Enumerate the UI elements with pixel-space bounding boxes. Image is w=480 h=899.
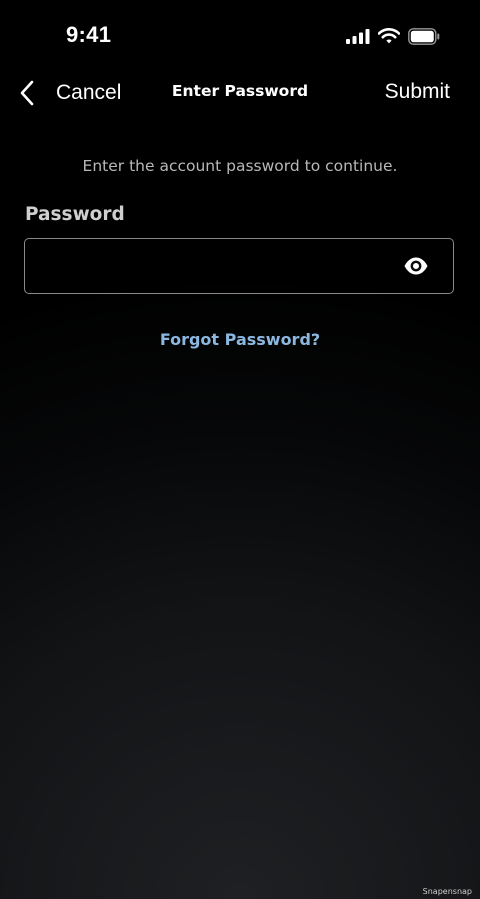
battery-icon: [408, 27, 440, 45]
page-title: Enter Password: [171, 82, 309, 100]
status-icons: [346, 26, 440, 46]
password-input[interactable]: [39, 239, 403, 294]
forgot-password-link[interactable]: Forgot Password?: [0, 330, 480, 349]
watermark: Snapensnap: [422, 887, 472, 896]
cancel-button[interactable]: Cancel: [18, 78, 121, 108]
status-bar: 9:41: [0, 0, 480, 70]
toggle-password-visibility-button[interactable]: [403, 255, 429, 277]
password-label: Password: [25, 204, 125, 225]
status-time: 9:41: [66, 22, 112, 47]
signal-icon: [346, 29, 370, 44]
instruction-text: Enter the account password to continue.: [82, 157, 398, 175]
cancel-label: Cancel: [56, 81, 122, 104]
wifi-icon: [378, 28, 400, 44]
password-field[interactable]: [24, 238, 454, 294]
nav-bar: Cancel Enter Password Submit: [0, 70, 480, 116]
chevron-left-icon: [20, 80, 34, 106]
submit-button[interactable]: Submit: [385, 80, 450, 104]
eye-icon: [404, 257, 428, 275]
